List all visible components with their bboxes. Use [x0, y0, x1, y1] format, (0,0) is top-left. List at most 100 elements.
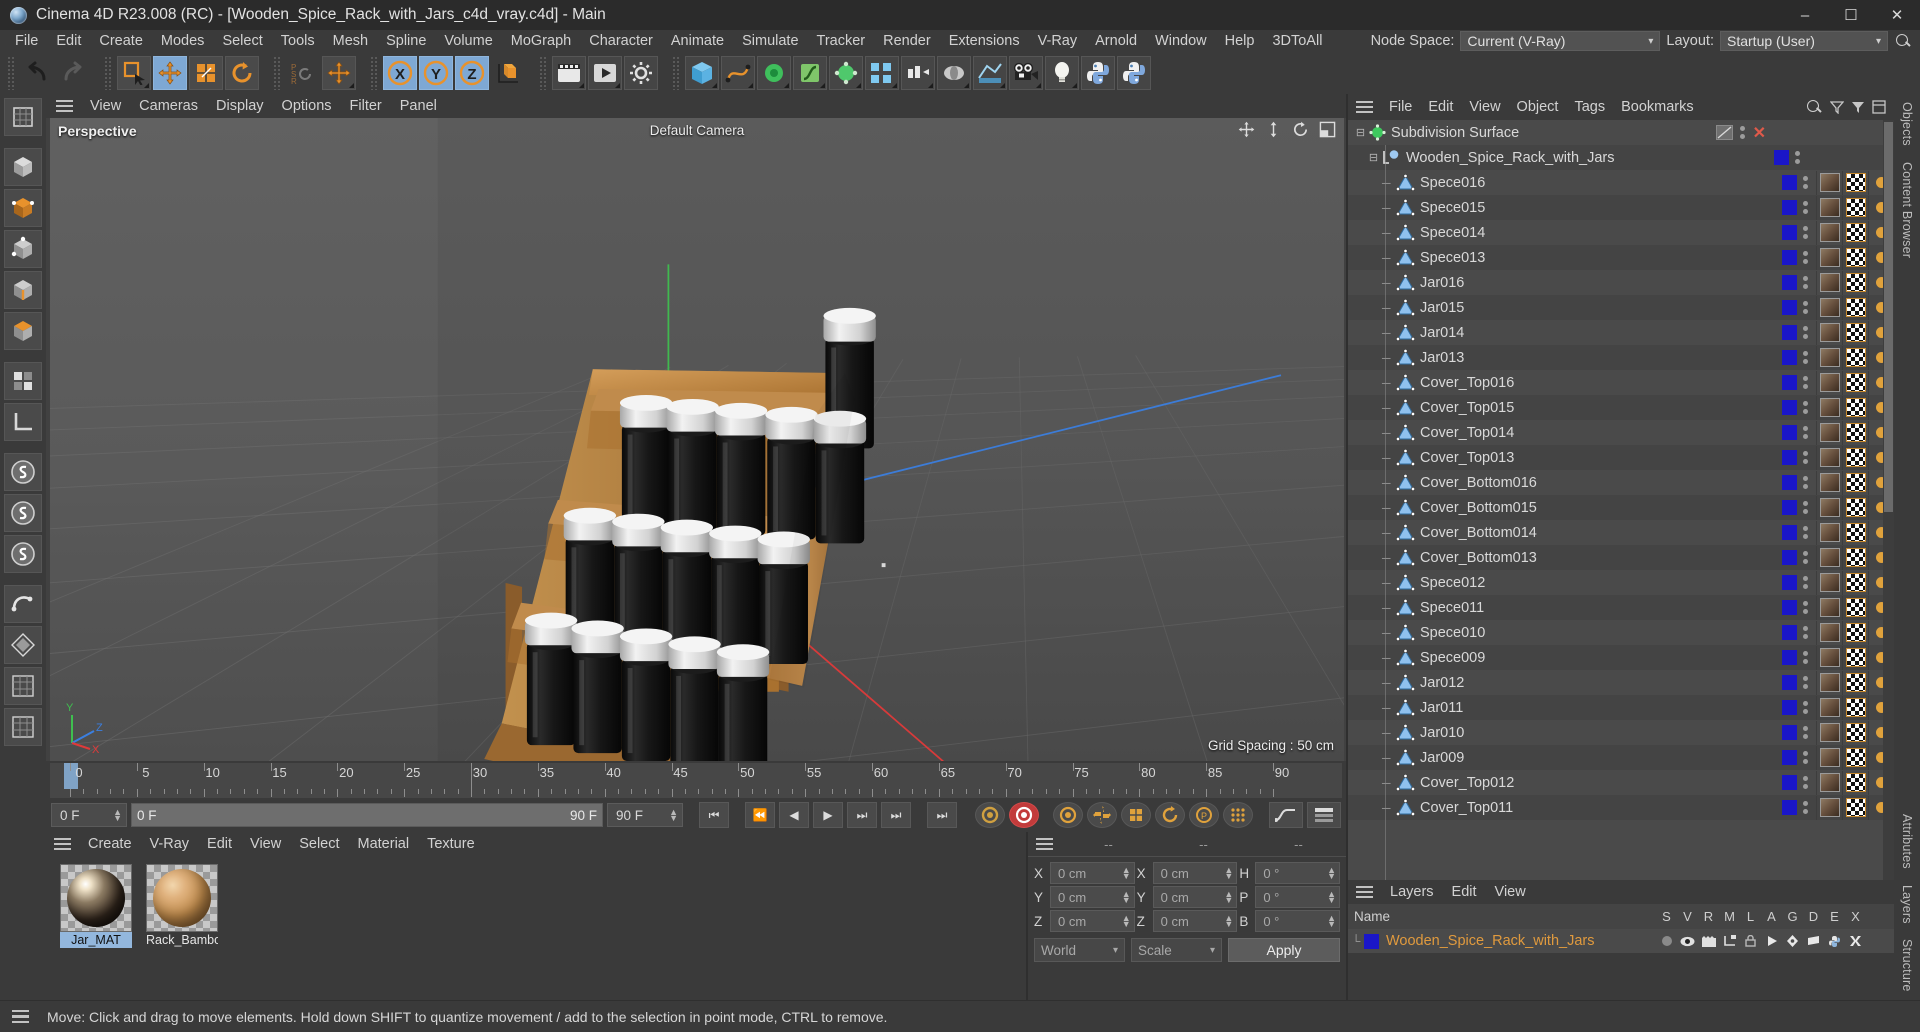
layer-animation-icon[interactable] [1761, 935, 1782, 948]
object-layer-color[interactable] [1782, 575, 1797, 590]
coordinate-system-dropdown[interactable]: World ▾ [1034, 938, 1125, 962]
go-to-next-frame-button[interactable]: ⏭ [847, 802, 877, 828]
viewport-filter-button[interactable] [4, 708, 42, 746]
object-layer-color[interactable] [1782, 250, 1797, 265]
live-selection-tool[interactable] [117, 56, 151, 90]
object-tag-material[interactable] [1816, 720, 1842, 745]
viewport-3d-scene[interactable]: Perspective Default Camera Y Z X Grid Sp… [50, 118, 1344, 761]
layer-color-swatch[interactable] [1364, 933, 1379, 949]
animation-mode-button[interactable] [1269, 802, 1303, 828]
object-tag-uvw[interactable] [1842, 420, 1868, 445]
object-tag-uvw[interactable] [1842, 370, 1868, 395]
object-row[interactable]: ─ Cover_Bottom013 [1348, 545, 1894, 570]
viewport-maximize-icon[interactable] [1319, 121, 1336, 138]
layer-column-r[interactable]: R [1698, 909, 1719, 924]
menu-item-render[interactable]: Render [874, 30, 940, 52]
search-icon[interactable] [1894, 32, 1912, 50]
object-editor-visibility-toggle[interactable] [1715, 125, 1733, 140]
object-visibility-dots[interactable] [1801, 601, 1810, 614]
menu-item-tools[interactable]: Tools [272, 30, 324, 52]
quantize-button[interactable] [4, 585, 42, 623]
toolbar-drag-handle-3[interactable] [273, 56, 282, 90]
object-tag-material[interactable] [1816, 495, 1842, 520]
coordinates-panel-menu-icon[interactable] [1036, 837, 1053, 851]
rotate-tool[interactable] [225, 56, 259, 90]
object-visibility-dots[interactable] [1801, 401, 1810, 414]
object-tag-material[interactable] [1816, 195, 1842, 220]
object-tag-uvw[interactable] [1842, 395, 1868, 420]
expand-collapse-icon[interactable]: ⊟ [1354, 126, 1367, 139]
object-tag-uvw[interactable] [1842, 770, 1868, 795]
play-forwards-button[interactable]: ▶ [813, 802, 843, 828]
object-tag-material[interactable] [1816, 170, 1842, 195]
coord-input-pos-y[interactable]: 0 cm ▲ ▼ [1050, 886, 1135, 908]
move-tool[interactable] [153, 56, 187, 90]
menu-item-simulate[interactable]: Simulate [733, 30, 807, 52]
object-visibility-dots[interactable] [1801, 676, 1810, 689]
object-row[interactable]: ─ Spece009 [1348, 645, 1894, 670]
object-visibility-dots[interactable] [1801, 751, 1810, 764]
spinner-icon[interactable]: ▲ ▼ [1218, 890, 1233, 905]
object-row[interactable]: ─ Spece013 [1348, 245, 1894, 270]
object-layer-color[interactable] [1782, 200, 1797, 215]
object-tag-material[interactable] [1816, 370, 1842, 395]
object-visibility-dots[interactable] [1801, 326, 1810, 339]
go-to-end-of-animation-button[interactable]: ⏭ [927, 802, 957, 828]
texture-axis-mode-button[interactable] [4, 98, 42, 136]
model-mode-button[interactable] [4, 148, 42, 186]
object-tag-material[interactable] [1816, 620, 1842, 645]
layer-xref-icon[interactable] [1845, 935, 1866, 948]
object-visibility-dots[interactable] [1801, 801, 1810, 814]
object-row[interactable]: ─ Jar013 [1348, 345, 1894, 370]
object-layer-color[interactable] [1782, 300, 1797, 315]
object-row[interactable]: ─ Jar011 [1348, 695, 1894, 720]
object-row[interactable]: ─ Cover_Bottom015 [1348, 495, 1894, 520]
coord-input-size-z[interactable]: 0 cm ▲ ▼ [1152, 910, 1238, 932]
object-layer-color[interactable] [1782, 175, 1797, 190]
object-menu-tags[interactable]: Tags [1566, 99, 1613, 115]
coord-input-rot-h[interactable]: 0 ° ▲ ▼ [1255, 862, 1341, 884]
material-item-jar[interactable]: Jar_MAT [60, 864, 132, 948]
object-tag-material[interactable] [1816, 220, 1842, 245]
spinner-icon[interactable]: ▲ ▼ [1321, 890, 1336, 905]
object-visibility-dots[interactable] [1801, 426, 1810, 439]
object-layer-color[interactable] [1782, 475, 1797, 490]
current-frame-field[interactable]: 0 F ▲ ▼ [51, 803, 127, 827]
layer-generator-icon[interactable] [1782, 935, 1803, 948]
python-generator-button[interactable] [1117, 56, 1151, 90]
coord-input-size-x[interactable]: 0 cm ▲ ▼ [1152, 862, 1238, 884]
object-menu-bookmarks[interactable]: Bookmarks [1613, 99, 1702, 115]
object-tag-material[interactable] [1816, 345, 1842, 370]
position-keyframe-button[interactable] [1087, 802, 1117, 828]
object-tag-uvw[interactable] [1842, 545, 1868, 570]
add-mograph-cloner-button[interactable] [901, 56, 935, 90]
go-to-end-button[interactable]: ⏭ [881, 802, 911, 828]
object-layer-color[interactable] [1782, 750, 1797, 765]
object-tag-uvw[interactable] [1842, 295, 1868, 320]
object-row[interactable]: ─ Jar010 [1348, 720, 1894, 745]
object-visibility-dots[interactable] [1801, 526, 1810, 539]
object-row[interactable]: ─ Jar015 [1348, 295, 1894, 320]
object-row[interactable]: ─ Jar009 [1348, 745, 1894, 770]
menu-item-create[interactable]: Create [90, 30, 152, 52]
object-row[interactable]: ─ Cover_Top014 [1348, 420, 1894, 445]
object-visibility-dots[interactable] [1801, 201, 1810, 214]
object-visibility-dots[interactable] [1801, 176, 1810, 189]
edge-mode-button[interactable] [4, 271, 42, 309]
layer-column-g[interactable]: G [1782, 909, 1803, 924]
layer-panel-menu-icon[interactable] [1356, 885, 1373, 899]
object-tree-list[interactable]: ⊟ Subdivision Surface ✕ ⊟ Wooden_Spice_Rack_… [1348, 120, 1894, 880]
preview-range-bar[interactable]: 0 F 90 F [131, 803, 603, 827]
menu-item-animate[interactable]: Animate [662, 30, 733, 52]
world-coordinate-system-button[interactable] [491, 56, 525, 90]
menu-item-select[interactable]: Select [213, 30, 271, 52]
viewport-zoom-icon[interactable] [1265, 121, 1282, 138]
scale-keyframe-button[interactable] [1121, 802, 1151, 828]
object-tag-uvw[interactable] [1842, 345, 1868, 370]
layer-column-v[interactable]: V [1677, 909, 1698, 924]
object-menu-view[interactable]: View [1461, 99, 1508, 115]
object-tag-material[interactable] [1816, 245, 1842, 270]
menu-item-modes[interactable]: Modes [152, 30, 214, 52]
object-tag-uvw[interactable] [1842, 570, 1868, 595]
object-layout-icon[interactable] [1872, 100, 1886, 114]
